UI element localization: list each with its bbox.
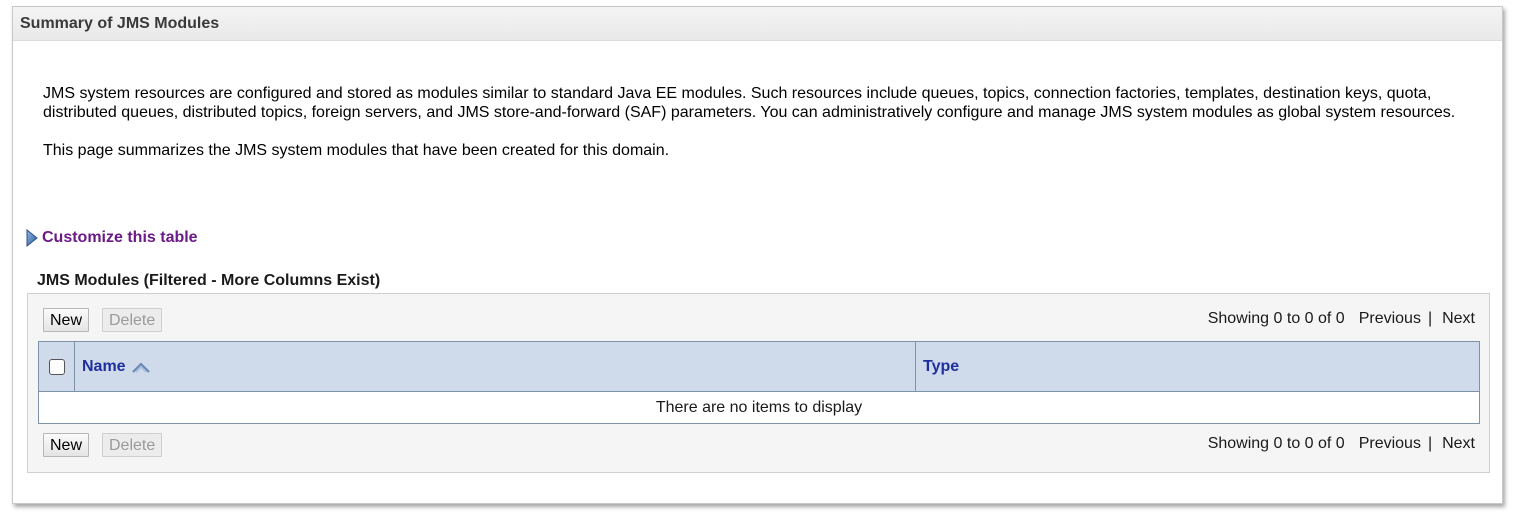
previous-link[interactable]: Previous: [1359, 310, 1421, 328]
intro-paragraph-2: This page summarizes the JMS system modu…: [43, 142, 670, 159]
select-all-cell: [39, 342, 75, 391]
next-link[interactable]: Next: [1442, 310, 1475, 328]
empty-message: There are no items to display: [655, 398, 863, 416]
intro-paragraph-1: JMS system resources are configured and …: [43, 85, 1456, 121]
expand-triangle-icon: [26, 229, 38, 247]
pager-top: Showing 0 to 0 of 0 Previous | Next: [1208, 310, 1475, 328]
panel-title: Summary of JMS Modules: [13, 7, 1502, 41]
grid-header-row: Name Type: [39, 342, 1479, 392]
next-link-bottom[interactable]: Next: [1442, 435, 1475, 453]
delete-button[interactable]: Delete: [102, 308, 163, 332]
pager-status: Showing 0 to 0 of 0: [1207, 310, 1345, 327]
top-action-bar: New Delete Showing 0 to 0 of 0 Previous …: [28, 308, 1489, 334]
modules-grid: Name Type There are no items to display: [38, 341, 1480, 424]
sort-ascending-icon[interactable]: [131, 360, 151, 374]
jms-modules-table: New Delete Showing 0 to 0 of 0 Previous …: [27, 293, 1490, 473]
pager-bottom: Showing 0 to 0 of 0 Previous | Next: [1208, 435, 1475, 453]
select-all-checkbox[interactable]: [48, 358, 65, 375]
type-column-sort-link[interactable]: Type: [923, 358, 959, 376]
table-title: JMS Modules (Filtered - More Columns Exi…: [37, 272, 381, 289]
summary-panel: Summary of JMS Modules JMS system resour…: [12, 6, 1503, 504]
bottom-action-bar: New Delete Showing 0 to 0 of 0 Previous …: [28, 433, 1489, 459]
customize-table-toggle[interactable]: Customize this table: [26, 229, 198, 247]
pager-status-bottom: Showing 0 to 0 of 0: [1207, 435, 1345, 452]
delete-button-bottom[interactable]: Delete: [102, 433, 163, 457]
intro-text: JMS system resources are configured and …: [43, 84, 1483, 160]
name-column-sort-link[interactable]: Name: [82, 358, 126, 376]
new-button-bottom[interactable]: New: [43, 433, 90, 457]
column-header-type: Type: [916, 342, 1479, 391]
customize-table-link[interactable]: Customize this table: [42, 229, 198, 247]
pager-separator: |: [1427, 310, 1433, 327]
previous-link-bottom[interactable]: Previous: [1359, 435, 1421, 453]
new-button[interactable]: New: [43, 308, 90, 332]
pager-separator-bottom: |: [1427, 435, 1433, 452]
column-header-name: Name: [75, 342, 916, 391]
